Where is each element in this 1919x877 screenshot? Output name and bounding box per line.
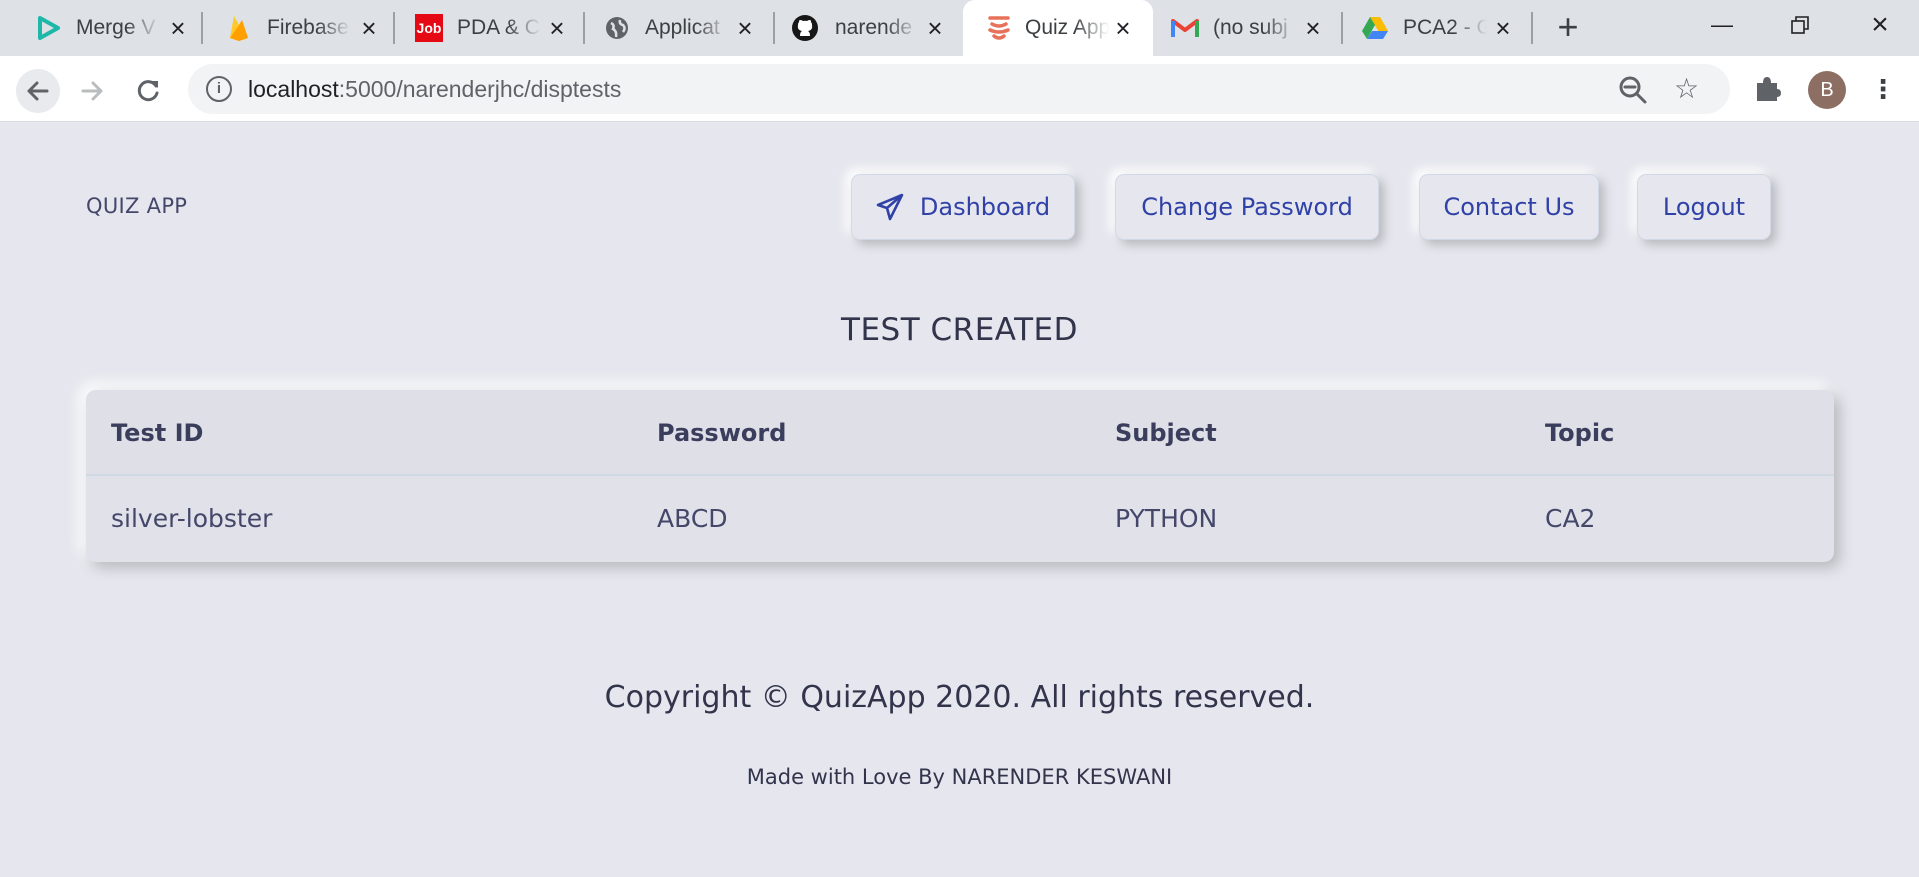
restore-window-icon[interactable] [1780, 10, 1820, 40]
zoom-icon[interactable] [1618, 75, 1648, 105]
close-window-icon[interactable]: × [1860, 10, 1900, 40]
site-info-icon[interactable]: i [206, 76, 232, 102]
browser-tab-active[interactable]: Quiz App × [963, 0, 1153, 56]
column-header-test-id: Test ID [111, 419, 204, 447]
tab-title: Merge V [76, 16, 156, 39]
browser-tab[interactable]: narende × [775, 0, 963, 56]
close-tab-icon[interactable]: × [1489, 14, 1517, 42]
paper-plane-icon [876, 193, 904, 221]
minimize-window-icon[interactable]: — [1702, 10, 1742, 40]
more-menu-icon[interactable]: ⋮ [1870, 72, 1896, 108]
page-title: TEST CREATED [841, 312, 1078, 348]
close-tab-icon[interactable]: × [1109, 14, 1137, 42]
forward-arrow-icon[interactable] [70, 69, 114, 113]
browser-toolbar: i localhost:5000/narenderjhc/disptests ☆ [0, 56, 1919, 122]
new-tab-plus-icon[interactable]: + [1552, 9, 1584, 45]
footer-copyright: Copyright © QuizApp 2020. All rights res… [604, 680, 1315, 715]
table-header-row: Test ID Password Subject Topic [86, 390, 1834, 476]
tab-title: (no subj [1213, 16, 1288, 39]
logout-button[interactable]: Logout [1637, 174, 1771, 240]
tab-title: Quiz App [1025, 16, 1109, 39]
tab-title: narende [835, 16, 913, 39]
firebase-icon [225, 14, 253, 42]
browser-tab[interactable]: Firebase × [203, 0, 395, 56]
close-tab-icon[interactable]: × [921, 14, 949, 42]
tab-title: PCA2 - G [1403, 16, 1487, 39]
cell-topic: CA2 [1545, 504, 1596, 533]
extensions-puzzle-icon[interactable] [1754, 74, 1782, 107]
column-header-password: Password [657, 419, 787, 447]
play-icon [34, 14, 62, 42]
tests-table: Test ID Password Subject Topic silver-lo… [86, 390, 1834, 562]
cell-password: ABCD [657, 504, 728, 533]
cell-test-id: silver-lobster [111, 504, 273, 533]
quiz-app-icon [985, 14, 1013, 42]
browser-tab-strip: Merge V × Firebase × Job PDA & C × Appli… [0, 0, 1919, 56]
close-tab-icon[interactable]: × [731, 14, 759, 42]
browser-tab[interactable]: Applicat × [585, 0, 775, 56]
close-tab-icon[interactable]: × [1299, 14, 1327, 42]
close-tab-icon[interactable]: × [355, 14, 383, 42]
tab-title: Applicat [645, 16, 720, 39]
navbar-brand[interactable]: QUIZ APP [86, 194, 187, 218]
url-text[interactable]: localhost:5000/narenderjhc/disptests [248, 75, 621, 103]
close-tab-icon[interactable]: × [543, 14, 571, 42]
browser-tab[interactable]: (no subj × [1153, 0, 1343, 56]
back-arrow-icon[interactable] [16, 69, 60, 113]
profile-avatar[interactable]: B [1808, 71, 1846, 109]
address-bar[interactable]: i localhost:5000/narenderjhc/disptests ☆ [188, 64, 1730, 114]
gmail-icon [1171, 14, 1199, 42]
bookmark-star-icon[interactable]: ☆ [1674, 72, 1699, 105]
change-password-button[interactable]: Change Password [1115, 174, 1379, 240]
job-icon: Job [415, 14, 443, 42]
tab-title: Firebase [267, 16, 349, 39]
globe-icon [603, 14, 631, 42]
browser-tab[interactable]: PCA2 - G × [1343, 0, 1533, 56]
column-header-subject: Subject [1115, 419, 1217, 447]
browser-tab[interactable]: Merge V × [0, 0, 203, 56]
footer-made-by: Made with Love By NARENDER KESWANI [746, 765, 1173, 789]
cell-subject: PYTHON [1115, 504, 1218, 533]
close-tab-icon[interactable]: × [164, 14, 192, 42]
tab-title: PDA & C [457, 16, 540, 39]
dashboard-button[interactable]: Dashboard [851, 174, 1075, 240]
github-icon [791, 14, 819, 42]
column-header-topic: Topic [1545, 419, 1615, 447]
dashboard-label: Dashboard [919, 193, 1051, 221]
page-content: QUIZ APP Dashboard Change Password Conta… [0, 122, 1919, 877]
drive-icon [1361, 14, 1389, 42]
table-row: silver-lobster ABCD PYTHON CA2 [86, 476, 1834, 562]
reload-icon[interactable] [126, 69, 170, 113]
contact-us-button[interactable]: Contact Us [1419, 174, 1599, 240]
browser-tab[interactable]: Job PDA & C × [395, 0, 585, 56]
